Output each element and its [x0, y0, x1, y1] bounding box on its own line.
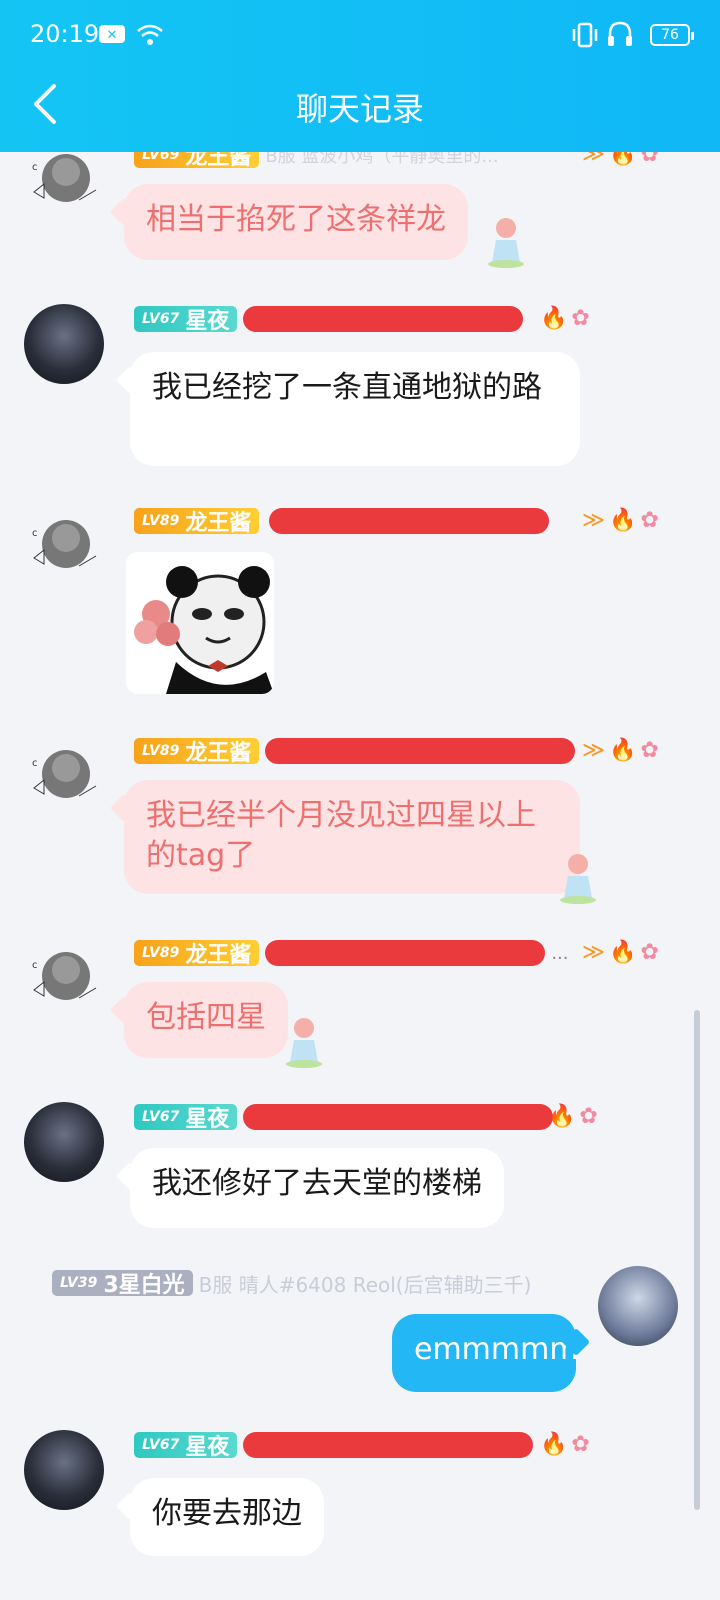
status-bar: 20:19 ✕ 76 [0, 0, 720, 68]
wings-icon: ≫ [582, 738, 606, 763]
smile-flower-icon: ✿ [640, 152, 659, 167]
wings-icon: ≫ [582, 508, 606, 533]
fire-icon: 🔥 [609, 940, 637, 965]
girl-sticker-icon [286, 1018, 322, 1068]
message-meta: LV67 星夜 [134, 304, 524, 334]
level-badge: LV67 星夜 [134, 1432, 238, 1460]
badge-group: ≫ 🔥 ✿ [582, 508, 659, 533]
fire-icon: 🔥 [540, 306, 568, 331]
girl-sticker-icon [560, 854, 596, 904]
svg-text:c: c [32, 960, 38, 971]
redaction-mark [265, 738, 576, 764]
svg-text:c: c [32, 162, 38, 173]
chat-message: c LV89 龙王酱 ≫ 🔥 ✿ [0, 506, 720, 706]
message-bubble[interactable]: 你要去那边 [130, 1478, 324, 1556]
avatar[interactable] [24, 1430, 104, 1510]
app-header: 20:19 ✕ 76 聊天记录 [0, 0, 720, 152]
chat-history[interactable]: c LV69 龙王酱 B服 蓝波小鸡（平静奥里的... ≫ 🔥 ✿ 相当于掐死了这… [0, 152, 720, 1600]
badge-group: ≫ 🔥 ✿ [582, 738, 659, 763]
avatar[interactable]: c [24, 736, 104, 816]
panda-with-roses-sticker[interactable] [126, 552, 274, 694]
smile-flower-icon: ✿ [640, 508, 659, 533]
message-bubble[interactable]: 包括四星 [124, 982, 288, 1058]
message-meta: LV69 龙王酱 B服 蓝波小鸡（平静奥里的... [134, 152, 499, 170]
level-badge: LV89 龙王酱 [134, 738, 260, 766]
smile-flower-icon: ✿ [571, 1432, 590, 1457]
wifi-icon [137, 24, 163, 45]
message-meta: LV67 星夜 [134, 1102, 554, 1132]
fire-icon: 🔥 [609, 508, 637, 533]
avatar[interactable] [24, 304, 104, 384]
chat-message: LV67 星夜 🔥 ✿ 我还修好了去天堂的楼梯 [0, 1102, 720, 1238]
badge-group: ≫ 🔥 ✿ [582, 152, 659, 167]
fire-icon: 🔥 [540, 1432, 568, 1457]
avatar[interactable]: c [24, 152, 104, 220]
chat-message: c LV89 龙王酱 ≫ 🔥 ✿ 我已经半个月没见过四星以上的tag了 [0, 736, 720, 906]
badge-group: ≫ 🔥 ✿ [582, 940, 659, 965]
redaction-mark [243, 306, 524, 332]
level-badge: LV39 3星白光 [52, 1270, 193, 1298]
message-meta: LV89 龙王酱 ... [134, 938, 569, 968]
avatar[interactable] [598, 1266, 678, 1346]
svg-text:✕: ✕ [107, 28, 118, 43]
girl-sticker-icon [488, 218, 524, 268]
badge-group: 🔥 ✿ [548, 1104, 598, 1129]
chat-message: c LV69 龙王酱 B服 蓝波小鸡（平静奥里的... ≫ 🔥 ✿ 相当于掐死了这… [0, 152, 720, 270]
redaction-mark [243, 1432, 534, 1458]
scrollbar[interactable] [694, 1010, 700, 1510]
message-meta: LV67 星夜 [134, 1430, 534, 1460]
message-meta: LV39 3星白光 B服 晴人#6408 Reol(后宫辅助三千) [52, 1268, 531, 1298]
chat-message: LV67 星夜 🔥 ✿ 你要去那边 [0, 1430, 720, 1570]
svg-text:c: c [32, 528, 38, 539]
chat-message-self: LV39 3星白光 B服 晴人#6408 Reol(后宫辅助三千) emmmmm [0, 1266, 720, 1406]
redaction-mark [243, 1104, 554, 1130]
avatar[interactable] [24, 1102, 104, 1182]
smile-flower-icon: ✿ [571, 306, 590, 331]
level-badge: LV67 星夜 [134, 306, 238, 334]
fire-icon: 🔥 [609, 738, 637, 763]
redaction-mark [269, 508, 550, 534]
status-time: 20:19 [30, 20, 100, 48]
message-bubble[interactable]: 我已经挖了一条直通地狱的路 [130, 352, 580, 466]
wings-icon: ≫ [582, 940, 606, 965]
message-meta: LV89 龙王酱 [134, 506, 550, 536]
page-title: 聊天记录 [295, 90, 424, 128]
level-badge: LV89 龙王酱 [134, 940, 260, 968]
fire-icon: 🔥 [548, 1104, 576, 1129]
chat-message: c LV89 龙王酱 ... ≫ 🔥 ✿ 包括四星 [0, 938, 720, 1068]
notification-icon: ✕ [99, 25, 125, 43]
message-bubble[interactable]: 我已经半个月没见过四星以上的tag了 [124, 780, 580, 894]
level-badge: LV67 星夜 [134, 1104, 238, 1132]
headset-icon [608, 21, 632, 46]
badge-group: 🔥 ✿ [540, 1432, 590, 1457]
smile-flower-icon: ✿ [640, 940, 659, 965]
fire-icon: 🔥 [609, 152, 637, 167]
message-meta: LV89 龙王酱 [134, 736, 576, 766]
badge-group: 🔥 ✿ [540, 306, 590, 331]
battery-indicator: 76 [650, 24, 694, 46]
smile-flower-icon: ✿ [579, 1104, 598, 1129]
message-bubble[interactable]: 我还修好了去天堂的楼梯 [130, 1148, 504, 1228]
vibrate-icon [572, 22, 598, 48]
level-badge: LV69 龙王酱 [134, 152, 260, 170]
avatar[interactable]: c [24, 506, 104, 586]
redaction-mark [265, 940, 546, 966]
wings-icon: ≫ [582, 152, 606, 167]
svg-text:c: c [32, 758, 38, 769]
chat-message: LV67 星夜 🔥 ✿ 我已经挖了一条直通地狱的路 [0, 304, 720, 474]
smile-flower-icon: ✿ [640, 738, 659, 763]
avatar[interactable]: c [24, 938, 104, 1018]
level-badge: LV89 龙王酱 [134, 508, 260, 536]
message-bubble[interactable]: emmmmm [392, 1314, 579, 1392]
bottom-edge [0, 1588, 720, 1600]
message-bubble[interactable]: 相当于掐死了这条祥龙 [124, 184, 468, 260]
